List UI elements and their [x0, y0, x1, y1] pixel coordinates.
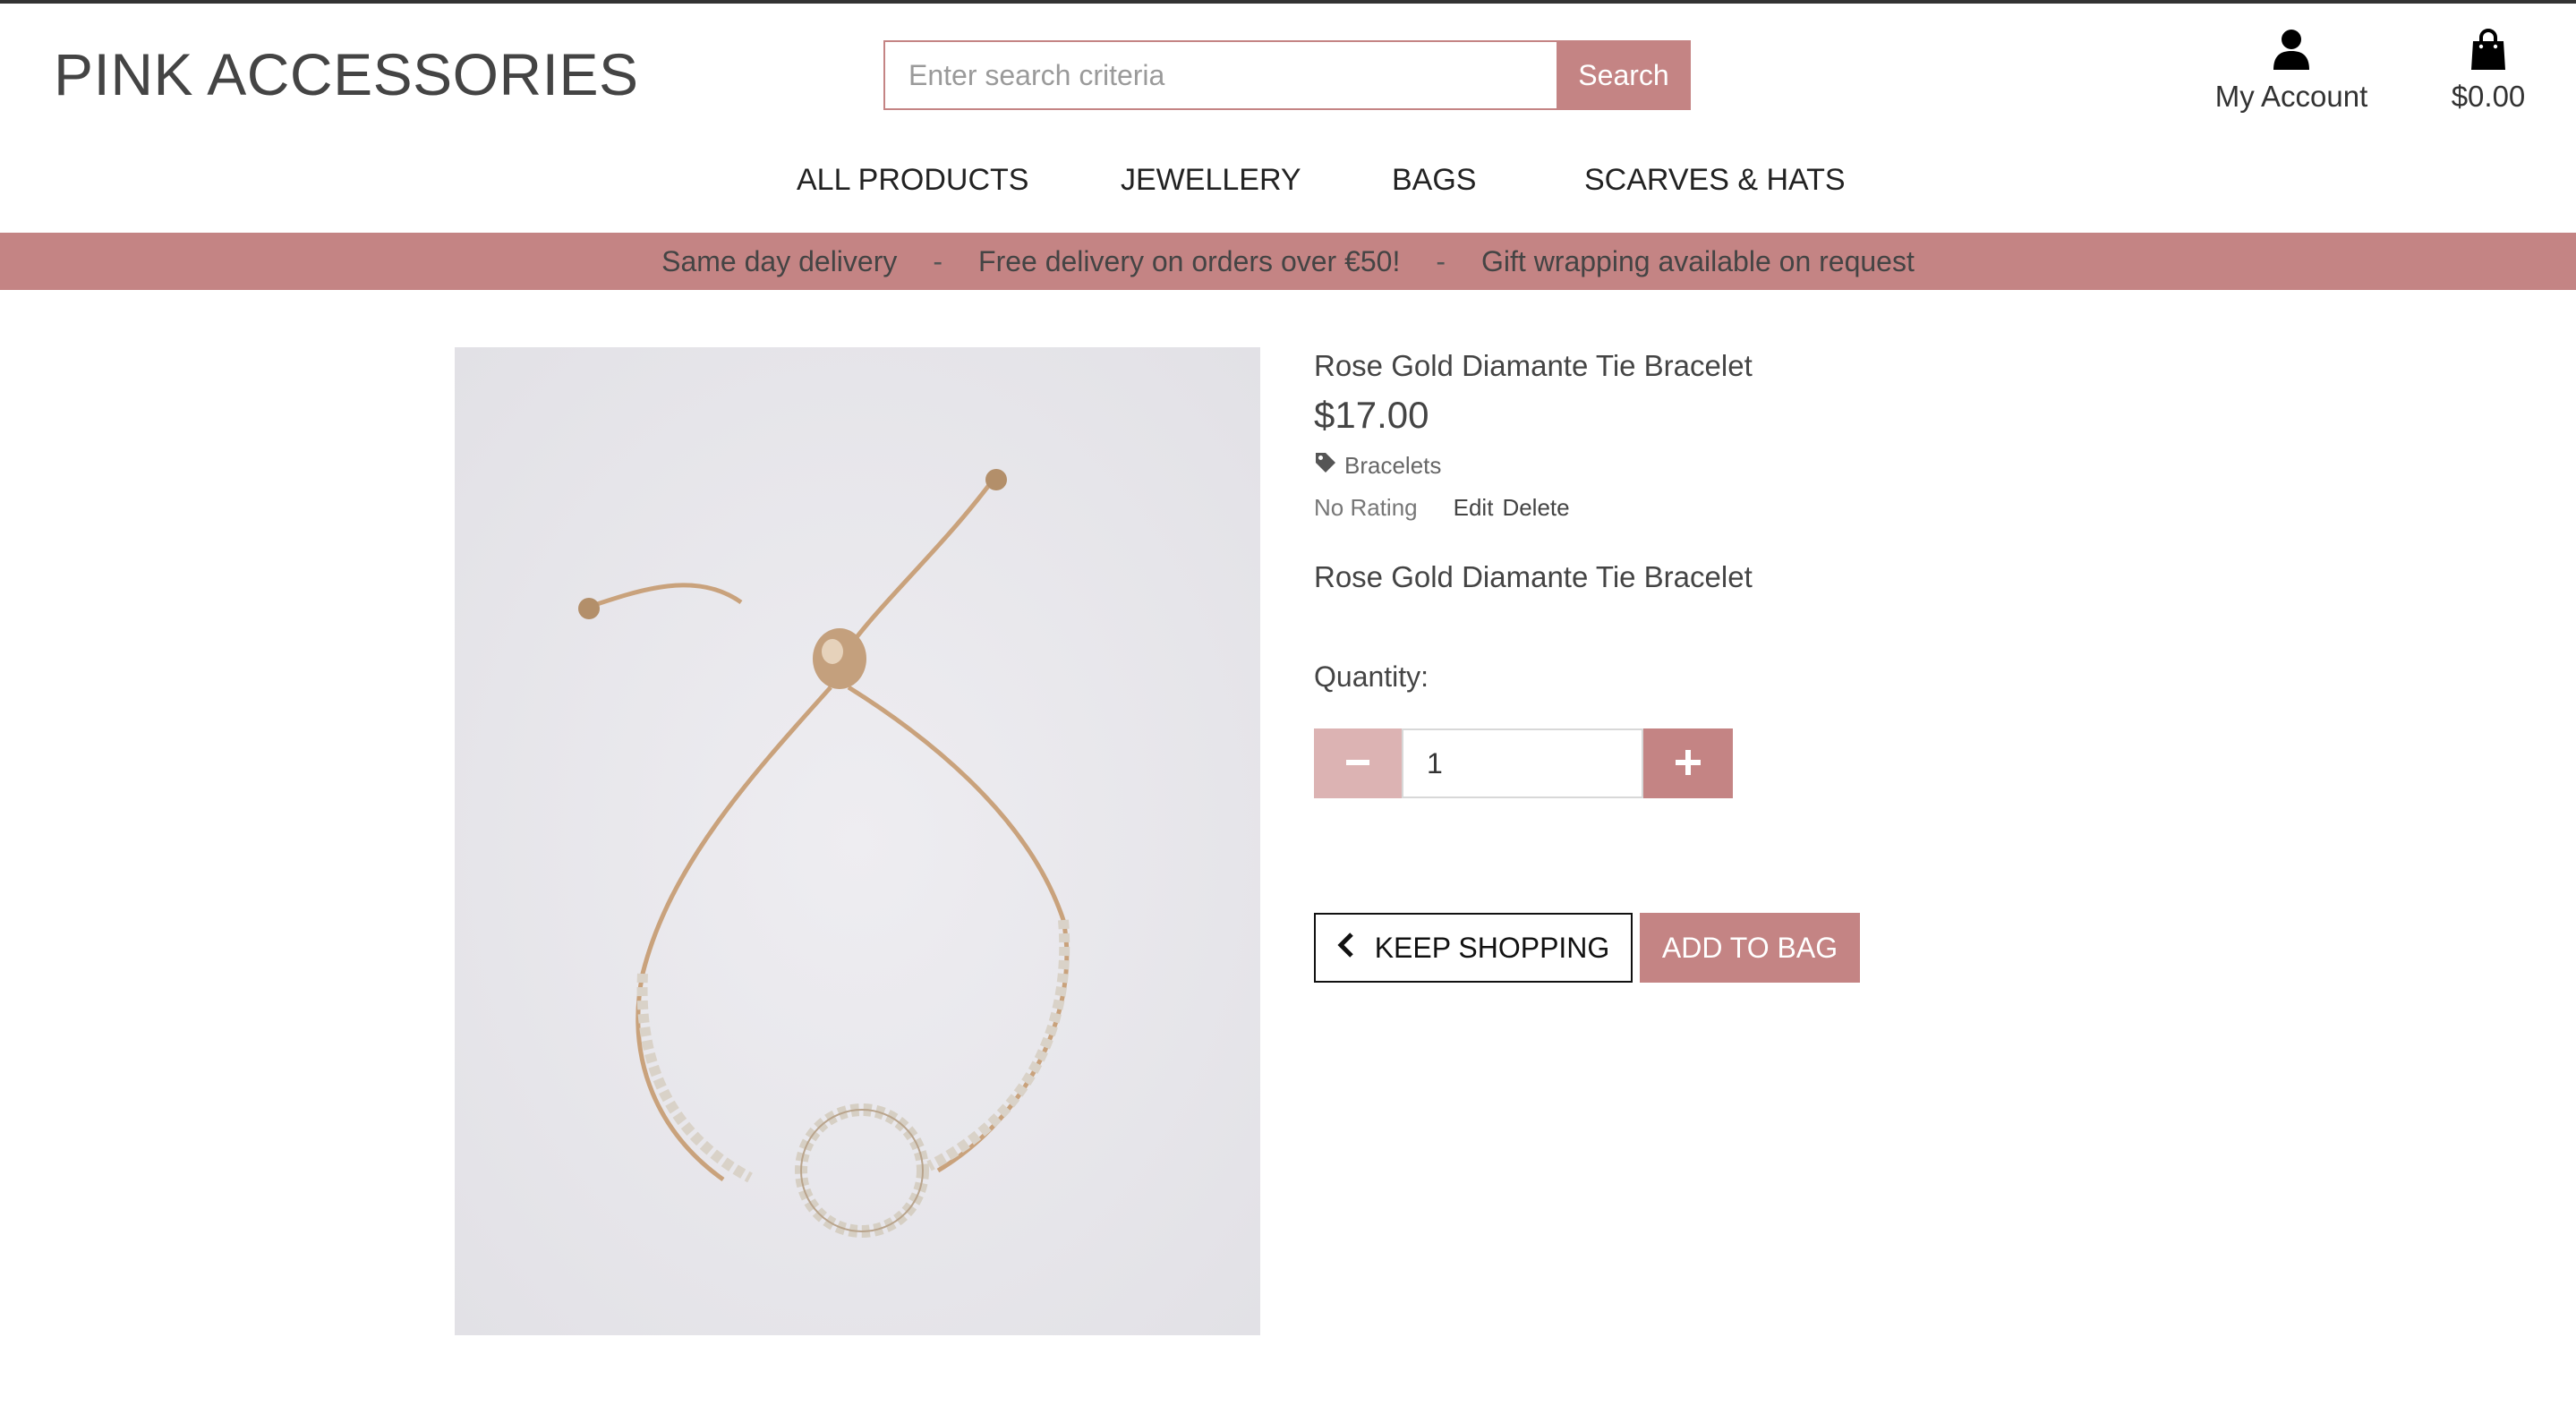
product-description: Rose Gold Diamante Tie Bracelet [1314, 560, 1753, 593]
bag-total: $0.00 [2451, 80, 2526, 113]
product-rating: No Rating [1314, 494, 1418, 521]
my-account-link[interactable]: My Account [2211, 29, 2372, 114]
banner-message: Free delivery on orders over €50! [978, 244, 1401, 277]
nav-scarves-hats[interactable]: SCARVES & HATS [1584, 163, 1846, 198]
search-button[interactable]: Search [1557, 40, 1691, 110]
decrement-button[interactable] [1314, 728, 1402, 798]
product-category-link[interactable]: Bracelets [1314, 451, 1441, 481]
my-account-label: My Account [2214, 80, 2368, 113]
tag-icon [1314, 451, 1337, 481]
product-name: Rose Gold Diamante Tie Bracelet [1314, 349, 1753, 382]
quantity-input[interactable] [1402, 728, 1643, 798]
banner-message: Same day delivery [661, 244, 898, 277]
top-border [0, 0, 2576, 4]
banner-message: Gift wrapping available on request [1481, 244, 1915, 277]
quantity-label: Quantity: [1314, 660, 1429, 693]
chevron-left-icon [1337, 932, 1355, 965]
nav-bags[interactable]: BAGS [1392, 163, 1476, 198]
increment-button[interactable] [1643, 728, 1733, 798]
keep-shopping-button[interactable]: KEEP SHOPPING [1314, 913, 1633, 983]
search-input[interactable] [883, 40, 1557, 110]
quantity-stepper [1314, 728, 1733, 798]
rating-row: No Rating Edit Delete [1314, 494, 1570, 522]
product-image [455, 347, 1260, 1335]
site-logo[interactable]: PINK ACCESSORIES [54, 38, 639, 111]
nav-jewellery[interactable]: JEWELLERY [1121, 163, 1301, 198]
nav-all-products[interactable]: ALL PRODUCTS [797, 163, 1028, 198]
edit-link[interactable]: Edit [1454, 494, 1494, 522]
banner-separator: - [933, 244, 943, 277]
admin-actions: Edit Delete [1454, 494, 1570, 522]
add-to-bag-button[interactable]: ADD TO BAG [1640, 913, 1860, 983]
promo-banner: Same day delivery - Free delivery on ord… [0, 233, 2576, 290]
delete-link[interactable]: Delete [1502, 494, 1569, 522]
keep-shopping-label: KEEP SHOPPING [1374, 931, 1610, 964]
banner-separator: - [1436, 244, 1446, 277]
shopping-bag-icon [2470, 29, 2506, 74]
shopping-bag-link[interactable]: $0.00 [2435, 29, 2542, 114]
user-icon [2273, 29, 2309, 74]
plus-icon [1675, 749, 1702, 779]
search-form: Search [883, 40, 1691, 110]
product-category: Bracelets [1344, 452, 1442, 479]
minus-icon [1345, 750, 1370, 778]
product-price: $17.00 [1314, 394, 1429, 436]
